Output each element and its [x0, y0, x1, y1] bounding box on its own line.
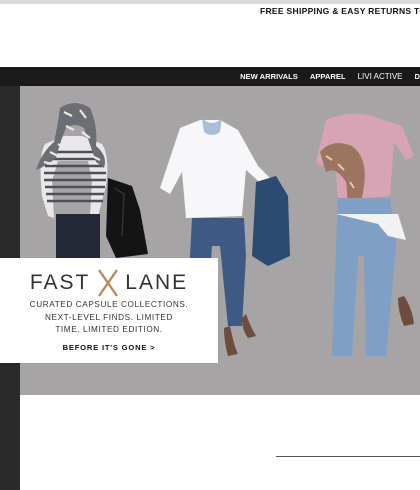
promo-desc-line-3: TIME. LIMITED EDITION. — [55, 325, 163, 334]
promo-description: CURATED CAPSULE COLLECTIONS. NEXT-LEVEL … — [0, 299, 218, 337]
nav-item-truncated[interactable]: D — [409, 72, 420, 81]
nav-apparel[interactable]: APPAREL — [304, 72, 352, 81]
promo-desc-line-1: CURATED CAPSULE COLLECTIONS. — [29, 300, 189, 309]
browser-top-strip — [0, 0, 420, 4]
nav-new-arrivals[interactable]: NEW ARRIVALS — [234, 72, 304, 81]
outfit-3-illustration — [316, 113, 414, 356]
before-its-gone-link[interactable]: BEFORE IT'S GONE > — [0, 343, 218, 352]
logo-word-lane: LANE — [125, 271, 189, 294]
promo-desc-line-2: NEXT-LEVEL FINDS. LIMITED — [45, 312, 173, 322]
fast-lane-promo-card[interactable]: FAST LANE CURATED CAPSULE COLLECTIONS. N… — [0, 258, 218, 363]
logo-word-fast: FAST — [29, 271, 91, 294]
x-mark-icon — [97, 269, 118, 297]
outfit-1-illustration — [36, 103, 148, 266]
section-divider — [276, 456, 420, 457]
nav-items: NEW ARRIVALS APPAREL LIVI ACTIVE D — [234, 67, 420, 86]
promo-banner[interactable]: FREE SHIPPING & EASY RETURNS TO STO — [260, 6, 420, 20]
nav-livi-active[interactable]: LIVI ACTIVE — [352, 72, 409, 81]
fast-lane-logo: FAST LANE — [0, 268, 218, 298]
main-navbar: NEW ARRIVALS APPAREL LIVI ACTIVE D — [0, 67, 420, 86]
